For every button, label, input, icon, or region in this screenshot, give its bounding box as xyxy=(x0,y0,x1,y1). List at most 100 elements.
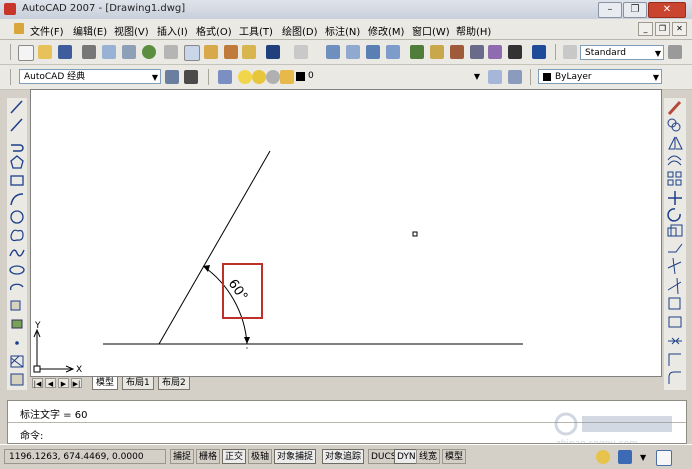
menu-file[interactable]: 文件(F) xyxy=(30,23,64,38)
toolbar-separator xyxy=(555,44,556,60)
minimize-button[interactable]: – xyxy=(598,2,622,18)
chevron-down-icon: ▼ xyxy=(473,72,480,81)
layer-thaw-sun-icon[interactable] xyxy=(252,70,266,84)
undo-icon[interactable] xyxy=(266,45,280,59)
paste-icon[interactable] xyxy=(204,45,218,59)
toolbar-grip xyxy=(10,44,11,60)
line-icon xyxy=(10,100,23,114)
tab-layout2[interactable]: 布局2 xyxy=(158,377,190,390)
menu-view[interactable]: 视图(V) xyxy=(114,23,149,38)
doc-close-button[interactable]: ✕ xyxy=(672,22,687,36)
block-editor-icon[interactable] xyxy=(242,45,256,59)
autocad-app-icon[interactable] xyxy=(4,3,16,15)
design-center-icon[interactable] xyxy=(430,45,444,59)
communication-center-icon[interactable] xyxy=(618,450,632,464)
markup-icon[interactable] xyxy=(488,45,502,59)
erase-icon xyxy=(667,100,682,116)
tool-palettes-icon[interactable] xyxy=(450,45,464,59)
layer-value: 0 xyxy=(308,71,314,81)
array-icon xyxy=(667,171,674,178)
menu-format[interactable]: 格式(O) xyxy=(196,23,232,38)
layout-tabs: |◀ ◀ ▶ ▶| 模型 布局1 布局2 xyxy=(30,377,662,390)
workspace-settings-icon[interactable] xyxy=(165,70,179,84)
chevron-down-icon: ▼ xyxy=(654,49,661,58)
last-tab-button[interactable]: ▶| xyxy=(71,378,82,388)
copy-icon[interactable] xyxy=(184,45,200,61)
lineweight-toggle[interactable]: 线宽 xyxy=(416,449,441,464)
draw-toolbar-icons xyxy=(9,100,25,386)
layer-previous-icon[interactable] xyxy=(508,70,522,84)
first-tab-button[interactable]: |◀ xyxy=(32,378,43,388)
dim-style-icon[interactable] xyxy=(668,45,682,59)
join-icon xyxy=(668,337,682,345)
layer-properties-icon[interactable] xyxy=(218,70,232,84)
snap-toggle[interactable]: 捕捉 xyxy=(170,449,195,464)
ucs-origin-box xyxy=(33,365,41,373)
sheet-set-icon[interactable] xyxy=(470,45,484,59)
text-style-dropdown[interactable]: Standard ▼ xyxy=(580,45,664,60)
layer-on-bulb-icon[interactable] xyxy=(238,70,252,84)
zoom-window-icon[interactable] xyxy=(366,45,380,59)
scale-icon xyxy=(667,227,677,237)
doc-minimize-button[interactable]: _ xyxy=(638,22,653,36)
next-tab-button[interactable]: ▶ xyxy=(58,378,69,388)
menu-modify[interactable]: 修改(M) xyxy=(368,23,404,38)
doc-restore-button[interactable]: ❐ xyxy=(655,22,670,36)
menu-edit[interactable]: 编辑(E) xyxy=(73,23,107,38)
drawing-canvas[interactable]: 60° Y X xyxy=(30,89,662,377)
close-button[interactable]: ✕ xyxy=(648,2,686,18)
pan-icon[interactable] xyxy=(326,45,340,59)
tab-layout1[interactable]: 布局1 xyxy=(122,377,154,390)
workspace-dropdown[interactable]: AutoCAD 经典 ▼ xyxy=(19,69,161,84)
menu-help[interactable]: 帮助(H) xyxy=(456,23,491,38)
new-icon[interactable] xyxy=(18,45,34,61)
color-value: ByLayer xyxy=(555,72,592,82)
model-toggle[interactable]: 模型 xyxy=(442,449,467,464)
print-preview-icon[interactable] xyxy=(102,45,116,59)
lock-icon[interactable] xyxy=(596,450,610,464)
dyn-toggle[interactable]: DYN xyxy=(394,449,419,464)
match-properties-icon[interactable] xyxy=(224,45,238,59)
save-icon[interactable] xyxy=(58,45,72,59)
menu-insert[interactable]: 插入(I) xyxy=(157,23,188,38)
color-dropdown[interactable]: ByLayer ▼ xyxy=(538,69,662,84)
layer-viewport-icon[interactable] xyxy=(266,70,280,84)
cut-icon[interactable] xyxy=(164,45,178,59)
layers-toolbar: AutoCAD 经典 ▼ 0 ▼ ByLayer ▼ xyxy=(0,65,692,90)
quickcalc-icon[interactable] xyxy=(508,45,522,59)
redo-icon[interactable] xyxy=(294,45,308,59)
grid-toggle[interactable]: 栅格 xyxy=(196,449,221,464)
tab-model[interactable]: 模型 xyxy=(92,377,119,390)
restore-button[interactable]: ❐ xyxy=(623,2,647,18)
publish-icon[interactable] xyxy=(122,45,136,59)
menu-draw[interactable]: 绘图(D) xyxy=(282,23,318,38)
text-style-value: Standard xyxy=(585,48,626,58)
ortho-toggle[interactable]: 正交 xyxy=(222,449,247,464)
text-style-icon[interactable] xyxy=(563,45,577,59)
polar-toggle[interactable]: 极轴 xyxy=(248,449,273,464)
zoom-realtime-icon[interactable] xyxy=(346,45,360,59)
command-prompt[interactable]: 命令: xyxy=(20,427,43,442)
open-icon[interactable] xyxy=(38,45,52,59)
clean-screen-icon[interactable] xyxy=(656,450,672,466)
break-icon xyxy=(668,316,682,328)
layer-dropdown[interactable]: 0 ▼ xyxy=(296,69,482,84)
polyline-icon xyxy=(11,144,24,152)
3d-dwf-icon[interactable] xyxy=(142,45,156,59)
help-icon[interactable] xyxy=(532,45,546,59)
menu-dimension[interactable]: 标注(N) xyxy=(325,23,360,38)
status-menu-chevron-icon[interactable]: ▼ xyxy=(640,453,646,462)
menu-window[interactable]: 窗口(W) xyxy=(412,23,450,38)
zoom-previous-icon[interactable] xyxy=(386,45,400,59)
menu-tools[interactable]: 工具(T) xyxy=(239,23,273,38)
print-icon[interactable] xyxy=(82,45,96,59)
osnap-toggle[interactable]: 对象捕捉 xyxy=(274,449,317,464)
layer-lock-icon[interactable] xyxy=(280,70,294,84)
properties-icon[interactable] xyxy=(410,45,424,59)
toolbar-separator xyxy=(530,69,531,85)
prev-tab-button[interactable]: ◀ xyxy=(45,378,56,388)
otrack-toggle[interactable]: 对象追踪 xyxy=(322,449,365,464)
make-current-layer-icon[interactable] xyxy=(488,70,502,84)
save-workspace-icon[interactable] xyxy=(184,70,198,84)
command-window[interactable]: 标注文字 = 60 命令: xyxy=(7,400,687,444)
